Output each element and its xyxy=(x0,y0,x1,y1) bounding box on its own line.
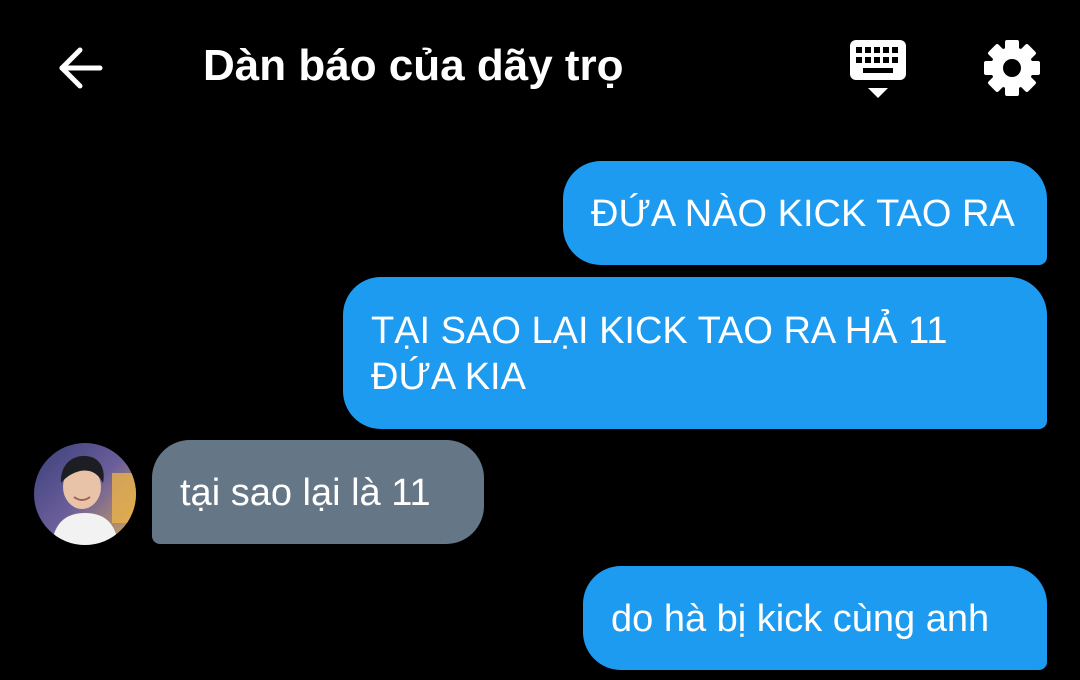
message-text: do hà bị kick cùng anh xyxy=(611,598,990,640)
avatar-photo-icon xyxy=(34,443,136,545)
message-bubble-outgoing[interactable]: do hà bị kick cùng anh xyxy=(583,566,1047,670)
message-bubble-incoming[interactable]: tại sao lại là 11 xyxy=(152,440,484,544)
keyboard-button[interactable] xyxy=(846,36,910,102)
back-arrow-icon xyxy=(59,47,103,89)
message-text: TẠI SAO LẠI KICK TAO RA HẢ 11 ĐỨA KIA xyxy=(371,310,948,398)
chat-title: Dàn báo của dãy trọ xyxy=(203,41,624,90)
message-bubble-outgoing[interactable]: ĐỨA NÀO KICK TAO RA xyxy=(563,161,1047,265)
chat-header: Dàn báo của dãy trọ xyxy=(0,0,1080,130)
contact-avatar[interactable] xyxy=(34,443,136,545)
message-text: ĐỨA NÀO KICK TAO RA xyxy=(591,193,1015,235)
keyboard-icon xyxy=(850,40,906,98)
message-text: tại sao lại là 11 xyxy=(180,472,431,514)
gear-icon xyxy=(984,40,1040,96)
settings-button[interactable] xyxy=(980,36,1044,100)
back-button[interactable] xyxy=(50,38,110,98)
message-list[interactable]: ĐỨA NÀO KICK TAO RA TẠI SAO LẠI KICK TAO… xyxy=(0,130,1080,680)
message-bubble-outgoing[interactable]: TẠI SAO LẠI KICK TAO RA HẢ 11 ĐỨA KIA xyxy=(343,277,1047,429)
